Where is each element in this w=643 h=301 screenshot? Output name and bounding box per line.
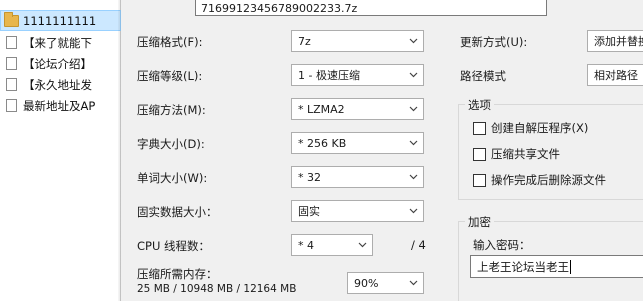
path-mode-select[interactable]: 相对路径 — [587, 64, 643, 86]
add-to-archive-dialog: 71699123456789002233.7z 压缩格式(F): 压缩等级(L)… — [121, 0, 643, 301]
text-caret — [570, 259, 571, 274]
path-mode-value: 相对路径 — [594, 69, 638, 82]
archive-name-input[interactable]: 71699123456789002233.7z — [195, 0, 547, 16]
document-icon — [6, 36, 17, 49]
password-input[interactable]: 上老王论坛当老王 — [470, 255, 643, 278]
list-item[interactable]: 1111111111 — [0, 10, 121, 31]
checkbox-icon — [473, 147, 486, 161]
document-icon — [6, 78, 17, 91]
chevron-down-icon — [409, 278, 418, 287]
delete-after-checkbox[interactable]: 操作完成后删除源文件 — [473, 172, 606, 188]
cpu-threads-select[interactable]: * 4 — [291, 234, 373, 256]
level-select[interactable]: 1 - 极速压缩 — [291, 64, 424, 86]
dict-size-select[interactable]: * 256 KB — [291, 132, 424, 154]
list-item-label: 【来了就能下 — [23, 35, 92, 50]
list-item[interactable]: 【论坛介绍】 — [0, 53, 121, 74]
chevron-down-icon — [409, 206, 418, 215]
chevron-down-icon — [358, 240, 367, 249]
word-size-label: 单词大小(W): — [137, 171, 208, 185]
dict-size-value: * 256 KB — [298, 136, 347, 150]
list-item-label: 【永久地址发 — [23, 77, 92, 92]
memory-label: 压缩所需内存： — [137, 267, 218, 281]
list-item-label: 1111111111 — [23, 13, 97, 28]
word-size-select[interactable]: * 32 — [291, 166, 424, 188]
memory-percent-select[interactable]: 90% — [347, 272, 424, 294]
format-value: 7z — [298, 34, 311, 48]
file-list: 1111111111 【来了就能下 【论坛介绍】 【永久地址发 最新地址及AP — [0, 0, 121, 301]
update-mode-value: 添加并替换 — [594, 35, 643, 48]
update-mode-label: 更新方式(U): — [460, 35, 528, 49]
document-icon — [6, 99, 17, 112]
chevron-down-icon — [409, 36, 418, 45]
compress-shared-label: 压缩共享文件 — [491, 147, 560, 161]
dict-size-label: 字典大小(D): — [137, 137, 205, 151]
encryption-group-title: 加密 — [465, 214, 494, 230]
solid-size-value: 固实 — [298, 205, 320, 218]
word-size-value: * 32 — [298, 170, 321, 184]
list-item[interactable]: 【来了就能下 — [0, 32, 121, 53]
options-group-title: 选项 — [465, 97, 494, 113]
method-value: * LZMA2 — [298, 102, 345, 116]
format-select[interactable]: 7z — [291, 30, 424, 52]
create-sfx-label: 创建自解压程序(X) — [491, 121, 589, 135]
update-mode-select[interactable]: 添加并替换 — [587, 30, 643, 52]
chevron-down-icon — [409, 172, 418, 181]
level-value: 1 - 极速压缩 — [298, 69, 360, 82]
list-item[interactable]: 最新地址及AP — [0, 95, 121, 116]
list-item[interactable]: 【永久地址发 — [0, 74, 121, 95]
chevron-down-icon — [409, 70, 418, 79]
checkbox-icon — [473, 173, 486, 187]
delete-after-label: 操作完成后删除源文件 — [491, 173, 606, 187]
memory-value: 25 MB / 10948 MB / 12164 MB — [137, 283, 297, 295]
create-sfx-checkbox[interactable]: 创建自解压程序(X) — [473, 120, 588, 136]
solid-size-select[interactable]: 固实 — [291, 200, 424, 222]
method-label: 压缩方法(M): — [137, 103, 206, 117]
password-label: 输入密码： — [473, 238, 531, 252]
list-item-label: 最新地址及AP — [23, 98, 96, 113]
folder-icon — [4, 11, 19, 27]
level-label: 压缩等级(L): — [137, 69, 203, 83]
path-mode-label: 路径模式 — [460, 69, 506, 83]
list-item-label: 【论坛介绍】 — [23, 56, 92, 71]
document-icon — [6, 57, 17, 70]
chevron-down-icon — [409, 138, 418, 147]
solid-size-label: 固实数据大小： — [137, 205, 218, 219]
password-value: 上老王论坛当老王 — [477, 259, 569, 274]
cpu-threads-label: CPU 线程数： — [137, 239, 211, 253]
cpu-threads-max: / 4 — [411, 238, 426, 252]
checkbox-icon — [473, 121, 486, 135]
method-select[interactable]: * LZMA2 — [291, 98, 424, 120]
compress-shared-checkbox[interactable]: 压缩共享文件 — [473, 146, 560, 162]
format-label: 压缩格式(F): — [137, 35, 203, 49]
cpu-threads-value: * 4 — [298, 238, 314, 252]
chevron-down-icon — [409, 104, 418, 113]
memory-percent-value: 90% — [354, 276, 379, 290]
